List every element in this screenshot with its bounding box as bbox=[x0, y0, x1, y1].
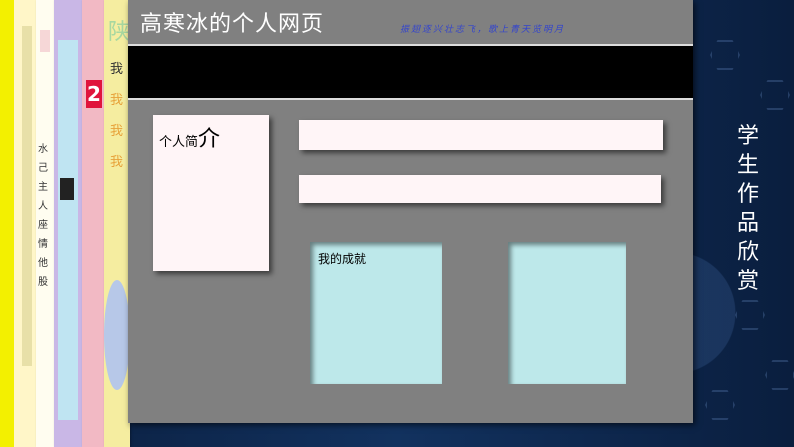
student-works-caption: 学 生 作 品 欣 赏 bbox=[728, 122, 768, 296]
caption-char: 学 bbox=[736, 124, 759, 149]
caption-char: 生 bbox=[736, 153, 759, 178]
caption-char: 作 bbox=[736, 182, 759, 207]
thumbnail-char: 人 bbox=[38, 201, 48, 212]
caption-char: 欣 bbox=[736, 240, 759, 265]
achievement-panel[interactable]: 我的成就 bbox=[310, 242, 442, 384]
thumbnail-char: 己 bbox=[38, 163, 48, 174]
thumbnail-text-strip-b: 我 我 我 我 bbox=[110, 58, 123, 170]
thumbnail-char: 他 bbox=[38, 258, 48, 269]
thumbnail-char: 我 bbox=[110, 62, 124, 77]
content-bar-2[interactable] bbox=[299, 175, 661, 203]
intro-label-text: 个人简 bbox=[159, 135, 199, 150]
thumbnail-char: 水 bbox=[38, 144, 48, 155]
page-title: 高寒冰的个人网页 bbox=[140, 12, 325, 37]
thumbnail-pink[interactable]: 2 bbox=[82, 0, 104, 447]
thumbnail-char: 我 bbox=[110, 93, 124, 108]
achievement-label: 我的成就 bbox=[318, 252, 367, 266]
intro-label-large-char: 介 bbox=[198, 127, 221, 152]
navigation-bar[interactable] bbox=[128, 44, 693, 100]
thumbnail-white[interactable]: 水 己 主 人 座 情 他 股 bbox=[36, 0, 54, 447]
thumbnail-light-yellow[interactable]: 陕 我 我 我 我 bbox=[104, 0, 130, 447]
thumbnail-char: 座 bbox=[38, 220, 48, 231]
content-bar-1[interactable] bbox=[299, 120, 663, 150]
caption-char: 品 bbox=[736, 211, 759, 236]
thumbnail-cream[interactable] bbox=[14, 0, 36, 447]
thumbnail-char: 我 bbox=[110, 124, 124, 139]
thumbnail-char: 股 bbox=[38, 277, 48, 288]
thumbnail-char: 情 bbox=[38, 239, 48, 250]
thumbnail-digit: 2 bbox=[86, 80, 102, 108]
personal-webpage: 高寒冰的个人网页 振翅逐兴壮志飞，歌上青天览明月 个人简介 我的成就 bbox=[128, 0, 693, 423]
thumbnail-letter: 陕 bbox=[108, 20, 131, 45]
page-slogan: 振翅逐兴壮志飞，歌上青天览明月 bbox=[400, 25, 566, 35]
thumbnail-purple[interactable] bbox=[54, 0, 82, 447]
thumbnail-char: 我 bbox=[110, 155, 124, 170]
caption-char: 赏 bbox=[736, 269, 759, 294]
profile-intro-card[interactable]: 个人简介 bbox=[153, 115, 269, 271]
achievement-panel-2[interactable] bbox=[508, 242, 626, 384]
thumbnail-yellow[interactable] bbox=[0, 0, 14, 447]
thumbnail-char: 主 bbox=[38, 182, 48, 193]
thumbnail-text-strip: 水 己 主 人 座 情 他 股 bbox=[38, 140, 52, 360]
profile-intro-label: 个人简介 bbox=[159, 121, 220, 153]
